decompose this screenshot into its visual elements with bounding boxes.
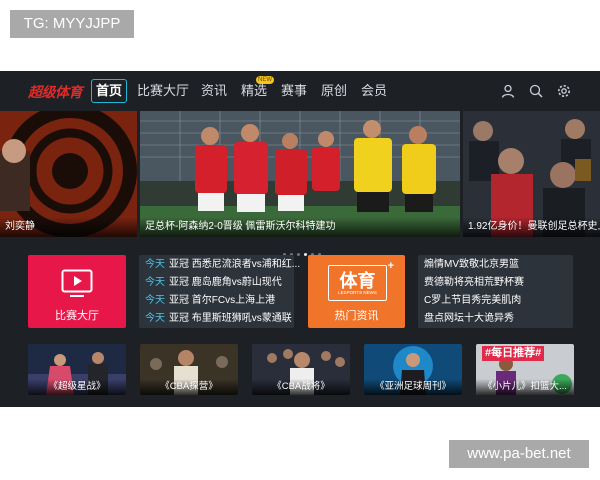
headline-list: 煽情MV致敬北京男篮 费德勒将亮相荒野杯赛 C罗上节目秀完美肌肉 盘点网坛十大诡… [418,255,573,328]
news-logo-subtext: LESPORTS NEWS [338,290,377,295]
banner-left-caption: 刘奕静 [0,217,137,237]
nav-tab-news[interactable]: 资讯 [201,80,227,102]
thumbnail-caption: 《亚洲足球周刊》 [364,379,462,395]
site-watermark: www.pa-bet.net [449,440,589,468]
user-icon[interactable] [500,83,516,99]
schedule-item[interactable]: 今天 亚冠 布里斯班狮吼vs蒙通联 [145,310,292,328]
thumbnail-caption: 《CBA战将》 [252,379,350,395]
schedule-text: 亚冠 首尔FCvs上海上港 [169,295,276,306]
thumbnail-show[interactable]: 《超级星战》 [28,344,126,395]
thumbnail-caption: 《超级星战》 [28,379,126,395]
thumbnail-caption: 《CBA探营》 [140,379,238,395]
hot-news-tile[interactable]: 体育 LESPORTS NEWS + 热门资讯 [308,255,405,328]
nav-tab-events[interactable]: 赛事 [281,80,307,102]
thumbnail-show[interactable]: 《CBA探营》 [140,344,238,395]
thumbnail-show[interactable]: 《CBA战将》 [252,344,350,395]
match-hall-tile[interactable]: 比赛大厅 [28,255,126,328]
banner-right-caption: 1.92亿身价！曼联创足总杯史上 [463,217,600,237]
settings-icon[interactable] [556,83,572,99]
schedule-day: 今天 [145,259,165,270]
schedule-day: 今天 [145,295,165,306]
tv-play-icon [61,269,93,297]
banner-left[interactable]: 刘奕静 [0,111,137,237]
banner-right[interactable]: 1.92亿身价！曼联创足总杯史上 [463,111,600,237]
schedule-text: 亚冠 西悉尼流浪者vs浦和红... [169,259,301,270]
schedule-text: 亚冠 布里斯班狮吼vs蒙通联 [169,313,292,324]
schedule-day: 今天 [145,277,165,288]
nav-tab-member[interactable]: 会员 [361,80,387,102]
headline-item[interactable]: 煽情MV致敬北京男篮 [424,256,519,274]
match-hall-label: 比赛大厅 [55,310,99,322]
nav-tab-original[interactable]: 原创 [321,80,347,102]
tg-overlay-tag: TG: MYYJJPP [10,10,134,38]
headline-item[interactable]: C罗上节目秀完美肌肉 [424,292,521,310]
thumbnail-caption: 《小片儿》扣篮大... [476,379,574,395]
hot-news-label: 热门资讯 [334,310,379,322]
nav-tab-match-hall[interactable]: 比赛大厅 [137,80,189,102]
news-logo-box: 体育 LESPORTS NEWS + [328,260,394,301]
nav-tab-home[interactable]: 首页 [91,79,128,103]
banner-main[interactable]: 足总杯-阿森纳2-0晋级 佩雷斯沃尔科特建功 [140,111,460,237]
headline-item[interactable]: 费德勒将亮相荒野杯赛 [424,274,524,292]
schedule-item[interactable]: 今天 亚冠 鹿岛鹿角vs蔚山现代 [145,274,282,292]
headline-item[interactable]: 盘点网坛十大诡异秀 [424,310,514,328]
thumbnail-show[interactable]: 《亚洲足球周刊》 [364,344,462,395]
thumbnail-show[interactable]: #每日推荐# 《小片儿》扣篮大... [476,344,574,395]
banner-main-caption: 足总杯-阿森纳2-0晋级 佩雷斯沃尔科特建功 [140,217,460,237]
schedule-text: 亚冠 鹿岛鹿角vs蔚山现代 [169,277,282,288]
plus-icon: + [387,260,394,272]
app-logo[interactable]: 超级体育 [28,82,83,102]
schedule-item[interactable]: 今天 亚冠 首尔FCvs上海上港 [145,292,275,310]
carousel-dot-active[interactable] [304,253,307,256]
tv-app-screen: 超级体育 首页 比赛大厅 资讯 精选 NEW 赛事 原创 会员 刘奕静 足总杯-… [0,71,600,407]
top-navigation-bar: 超级体育 首页 比赛大厅 资讯 精选 NEW 赛事 原创 会员 [0,71,600,111]
schedule-item[interactable]: 今天 亚冠 西悉尼流浪者vs浦和红... [145,256,300,274]
daily-pick-badge: #每日推荐# [482,346,545,361]
nav-new-badge: NEW [256,76,274,84]
schedule-day: 今天 [145,313,165,324]
search-icon[interactable] [528,83,544,99]
schedule-list: 今天 亚冠 西悉尼流浪者vs浦和红... 今天 亚冠 鹿岛鹿角vs蔚山现代 今天 亚冠… [139,255,300,328]
